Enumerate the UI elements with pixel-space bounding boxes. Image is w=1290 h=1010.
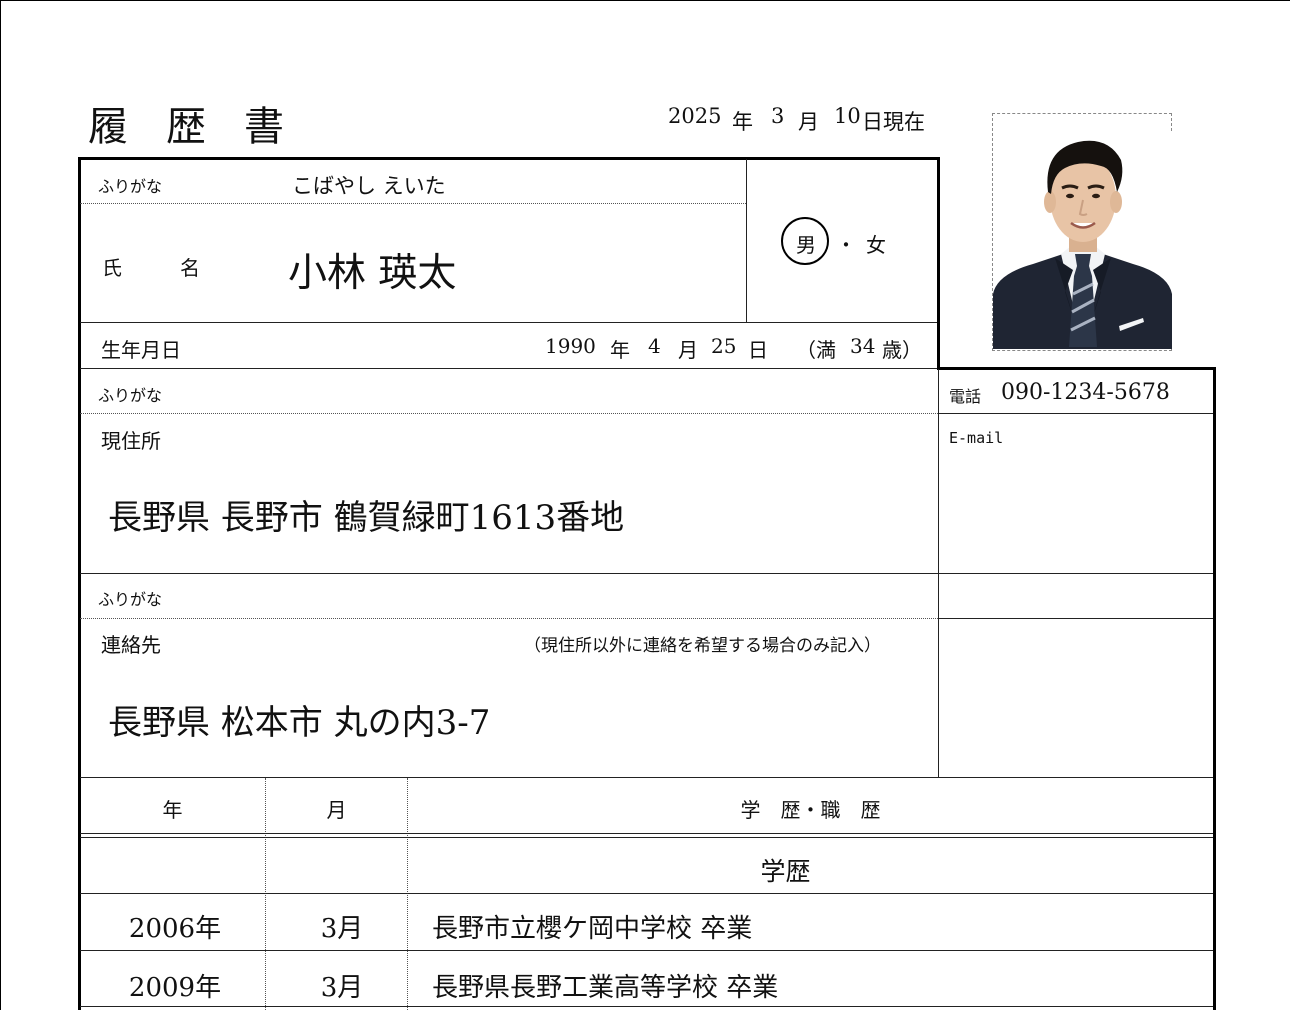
birth-month: 4 [648, 334, 661, 358]
contact-address-value: 長野県 松本市 丸の内3-7 [108, 703, 491, 743]
name-value: 小林 瑛太 [288, 251, 457, 296]
address-furigana-label: ふりがな [98, 386, 163, 405]
divider [80, 950, 1213, 951]
history-section-title: 学歴 [760, 857, 811, 886]
divider [80, 618, 938, 619]
contact-note: （現住所以外に連絡を希望する場合のみ記入） [524, 636, 881, 656]
divider [80, 368, 937, 369]
birth-age-close: 歳） [882, 338, 922, 362]
history-row-month: 3月 [320, 914, 364, 944]
document-title: 履歴書 [88, 94, 322, 152]
birth-month-unit: 月 [678, 338, 698, 362]
birth-day: 25 [711, 334, 737, 358]
email-label: E-mail [949, 429, 1004, 447]
col-month-header: 月 [326, 798, 347, 822]
frame-line [1213, 367, 1216, 1010]
name-label-2: 名 [180, 256, 200, 280]
divider [939, 618, 1213, 619]
title-char: 履 [88, 104, 128, 150]
page-border-left [0, 0, 1, 1010]
history-row-detail: 長野市立櫻ケ岡中学校 卒業 [432, 914, 753, 944]
birth-age: 34 [850, 334, 876, 358]
divider [80, 322, 937, 323]
name-furigana-label: ふりがな [98, 177, 163, 196]
divider [80, 413, 938, 414]
gender-male: 男 [796, 233, 816, 257]
title-char: 歴 [166, 104, 206, 150]
date-year-unit: 年 [732, 110, 753, 134]
divider [80, 837, 1213, 838]
date-day: 10 [834, 104, 861, 128]
divider [80, 833, 1213, 834]
name-furigana: こばやし えいた [292, 174, 446, 198]
divider [80, 203, 746, 204]
date-year: 2025 [668, 104, 722, 128]
phone-label: 電話 [949, 387, 982, 406]
date-month-unit: 月 [798, 110, 819, 134]
frame-line [937, 157, 940, 370]
address-label: 現住所 [101, 429, 161, 453]
contact-label: 連絡先 [101, 633, 161, 657]
history-row-detail: 長野県長野工業高等学校 卒業 [432, 973, 779, 1003]
history-row-month: 3月 [320, 973, 364, 1003]
divider [80, 893, 1213, 894]
date-month: 3 [771, 104, 785, 128]
title-char: 書 [244, 104, 284, 150]
birth-year-unit: 年 [610, 338, 630, 362]
portrait-photo [993, 132, 1172, 349]
divider [746, 159, 747, 323]
gender-separator: ・ [836, 233, 856, 257]
address-value: 長野県 長野市 鶴賀緑町1613番地 [108, 498, 625, 538]
contact-furigana-label: ふりがな [98, 590, 163, 609]
divider [939, 413, 1213, 414]
gender-female: 女 [866, 233, 886, 257]
date-suffix: 日現在 [862, 110, 925, 134]
name-label-1: 氏 [102, 256, 122, 280]
frame-line [78, 157, 81, 1010]
frame-line [78, 157, 940, 160]
birth-year: 1990 [545, 334, 596, 358]
col-detail-header: 学 歴・職 歴 [740, 798, 881, 822]
birth-age-open: （満 [796, 338, 836, 362]
birth-day-unit: 日 [748, 338, 768, 362]
divider [80, 1006, 1213, 1007]
history-row-year: 2009年 [128, 973, 222, 1003]
divider [80, 573, 1213, 574]
page-border-top [0, 0, 1290, 1]
divider [80, 777, 1213, 778]
history-row-year: 2006年 [128, 914, 222, 944]
frame-line [937, 367, 1216, 370]
phone-value: 090-1234-5678 [1001, 380, 1170, 405]
birth-label: 生年月日 [101, 338, 181, 362]
col-year-header: 年 [162, 798, 183, 822]
